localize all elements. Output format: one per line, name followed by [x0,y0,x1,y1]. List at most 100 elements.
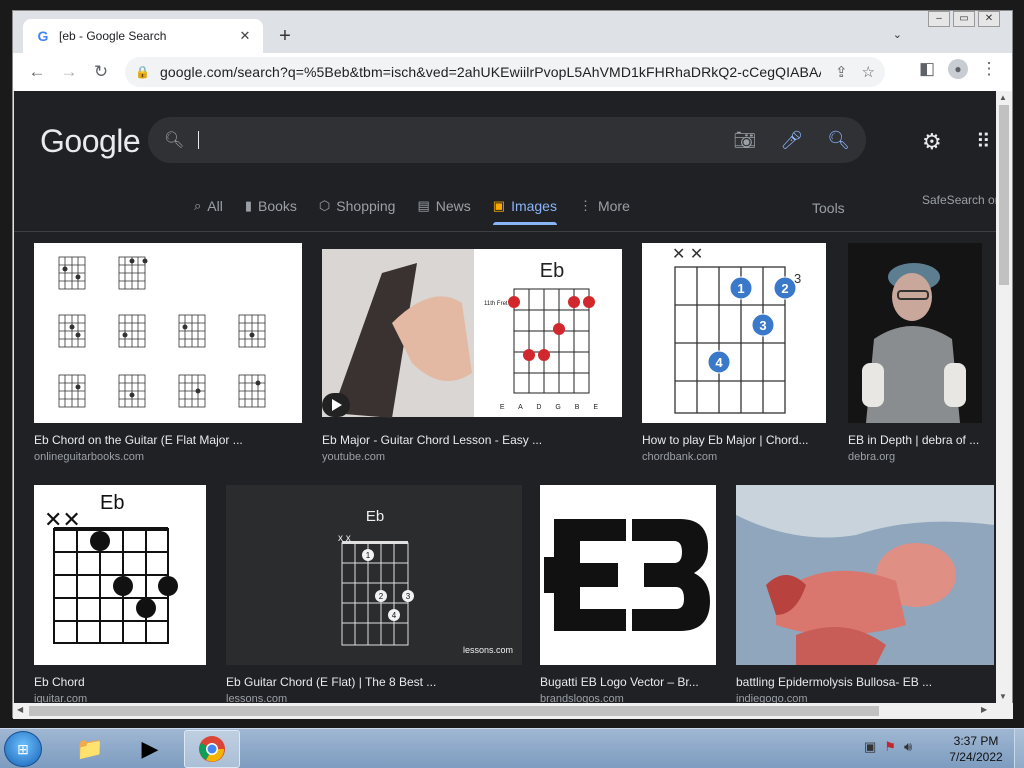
result-title[interactable]: Eb Chord on the Guitar (E Flat Major ... [34,433,302,447]
search-icon: ⌕ [194,198,202,213]
result-thumbnail[interactable] [34,243,302,423]
browser-tab[interactable]: G [eb - Google Search ✕ [23,19,263,53]
action-center-flag-icon[interactable]: ⚑ [884,739,896,755]
scroll-left-icon[interactable]: ◀ [17,705,23,714]
toolbar-right: ◧ ● ⋮ [914,59,1002,79]
result-title[interactable]: How to play Eb Major | Chord... [642,433,826,447]
divider [14,231,996,232]
start-button[interactable]: ⊞ [4,731,42,767]
more-vert-icon: ⋮ [578,198,592,213]
result-thumbnail[interactable]: Eb ✕✕ [34,485,206,665]
vertical-scroll-thumb[interactable] [999,105,1009,285]
explorer-taskbar-icon[interactable]: 📁 [62,730,118,768]
image-result[interactable]: Eb x x 1234 lessons.com Eb Guitar Chord … [226,485,522,703]
result-title[interactable]: Bugatti EB Logo Vector – Br... [540,675,716,689]
result-source[interactable]: iguitar.com [34,693,206,703]
tab-news[interactable]: ▤ News [417,189,470,223]
result-title[interactable]: battling Epidermolysis Bullosa- EB ... [736,675,994,689]
svg-text:1: 1 [737,281,744,296]
chord-chart-image: Eb ✕✕ [34,485,206,665]
horizontal-scroll-thumb[interactable] [29,706,879,716]
minimize-button[interactable]: – [928,11,950,27]
camera-icon[interactable]: 📷︎ [733,130,756,151]
volume-icon[interactable]: 🔊︎ [904,739,912,755]
image-result[interactable]: Bugatti EB Logo Vector – Br... brandslog… [540,485,716,703]
tools-button[interactable]: Tools [812,200,845,216]
result-thumbnail[interactable] [736,485,994,665]
result-source[interactable]: debra.org [848,451,982,463]
result-thumbnail[interactable] [848,243,982,423]
tab-images[interactable]: ▣ Images [492,189,558,225]
window-controls: – ▭ ✕ [928,11,1000,27]
profile-avatar-icon[interactable]: ● [948,59,968,79]
chrome-taskbar-icon[interactable] [184,730,240,768]
reload-button[interactable]: ↻ [85,62,117,82]
svg-text:4: 4 [715,355,723,370]
tab-books[interactable]: ▮ Books [245,189,297,223]
horizontal-scrollbar[interactable]: ◀ ▶ [13,703,1013,719]
scroll-down-icon[interactable]: ▼ [999,692,1007,701]
result-thumbnail[interactable] [540,485,716,665]
google-apps-icon[interactable]: ⠿ [976,129,991,154]
bugatti-logo-image [540,485,716,665]
result-title[interactable]: Eb Major - Guitar Chord Lesson - Easy ..… [322,433,622,447]
new-tab-button[interactable]: + [273,24,297,48]
tab-label: Shopping [336,198,396,214]
image-result[interactable]: EB in Depth | debra of ... debra.org [848,243,982,463]
share-icon[interactable]: ⇪ [835,63,848,81]
media-player-taskbar-icon[interactable]: ▶ [122,730,178,768]
image-result[interactable]: Eb ✕✕ Eb Chord iguitar.com [34,485,206,703]
close-window-button[interactable]: ✕ [978,11,1000,27]
search-box[interactable]: 🔍︎ 📷︎ 🎤︎ 🔍︎ [148,117,866,163]
system-clock[interactable]: 3:37 PM 7/24/2022 [944,733,1008,765]
scroll-right-icon[interactable]: ▶ [981,705,987,714]
result-thumbnail[interactable]: Eb 11th Fret E A D G B E [322,243,622,423]
maximize-button[interactable]: ▭ [953,11,975,27]
lock-icon[interactable]: 🔒 [135,65,150,79]
chrome-menu-icon[interactable]: ⋮ [976,59,1002,79]
result-title[interactable]: EB in Depth | debra of ... [848,433,982,447]
google-logo[interactable]: Google [40,123,141,160]
settings-gear-icon[interactable]: ⚙ [922,129,942,155]
vertical-scrollbar[interactable]: ▲ ▼ [996,91,1012,703]
news-icon: ▤ [417,198,430,213]
address-bar[interactable]: 🔒 google.com/search?q=%5Beb&tbm=isch&ved… [125,57,885,87]
result-title[interactable]: Eb Guitar Chord (E Flat) | The 8 Best ..… [226,675,522,689]
safesearch-button[interactable]: SafeSearch on [922,193,996,207]
search-submit-icon[interactable]: 🔍︎ [827,130,850,151]
url-text[interactable]: google.com/search?q=%5Beb&tbm=isch&ved=2… [160,64,821,80]
result-thumbnail[interactable]: Eb x x 1234 lessons.com [226,485,522,665]
side-panel-icon[interactable]: ◧ [914,59,940,79]
show-desktop-button[interactable] [1014,729,1024,768]
result-thumbnail[interactable]: ✕ ✕ 3 1234 [642,243,826,423]
result-source[interactable]: chordbank.com [642,451,826,463]
image-result[interactable]: battling Epidermolysis Bullosa- EB ... i… [736,485,994,703]
image-result[interactable]: Eb Chord on the Guitar (E Flat Major ...… [34,243,302,463]
bookmark-star-icon[interactable]: ☆ [862,63,875,81]
tab-title: [eb - Google Search [59,29,167,43]
microphone-icon[interactable]: 🎤︎ [780,130,803,151]
scroll-up-icon[interactable]: ▲ [999,93,1007,102]
clock-date: 7/24/2022 [949,750,1003,764]
result-source[interactable]: lessons.com [226,693,522,703]
tab-search-chevron-icon[interactable]: ⌄ [893,28,902,41]
result-title[interactable]: Eb Chord [34,675,206,689]
image-result[interactable]: Eb 11th Fret E A D G B E Eb Major - Guit [322,243,622,463]
svg-text:3: 3 [406,592,411,601]
image-result[interactable]: ✕ ✕ 3 1234 How to play Eb Major | Chord.… [642,243,826,463]
result-source[interactable]: brandslogos.com [540,693,716,703]
network-icon[interactable]: ▣ [864,739,876,755]
thumb-heading: Eb [540,260,564,282]
result-source[interactable]: onlineguitarbooks.com [34,451,302,463]
result-source[interactable]: indiegogo.com [736,693,994,703]
forward-button[interactable]: → [53,62,85,82]
chord-chart-image: Eb x x 12 34 lessons.com [226,485,522,665]
result-source[interactable]: youtube.com [322,451,622,463]
tab-shopping[interactable]: ⬡ Shopping [319,189,396,223]
tab-all[interactable]: ⌕ All [194,189,223,223]
chrome-window: G [eb - Google Search ✕ + ⌄ – ▭ ✕ ← → ↻ … [12,10,1013,719]
back-button[interactable]: ← [21,62,53,82]
tab-close-icon[interactable]: ✕ [237,28,253,44]
svg-text:2: 2 [379,592,384,601]
tab-more[interactable]: ⋮ More [579,189,630,223]
